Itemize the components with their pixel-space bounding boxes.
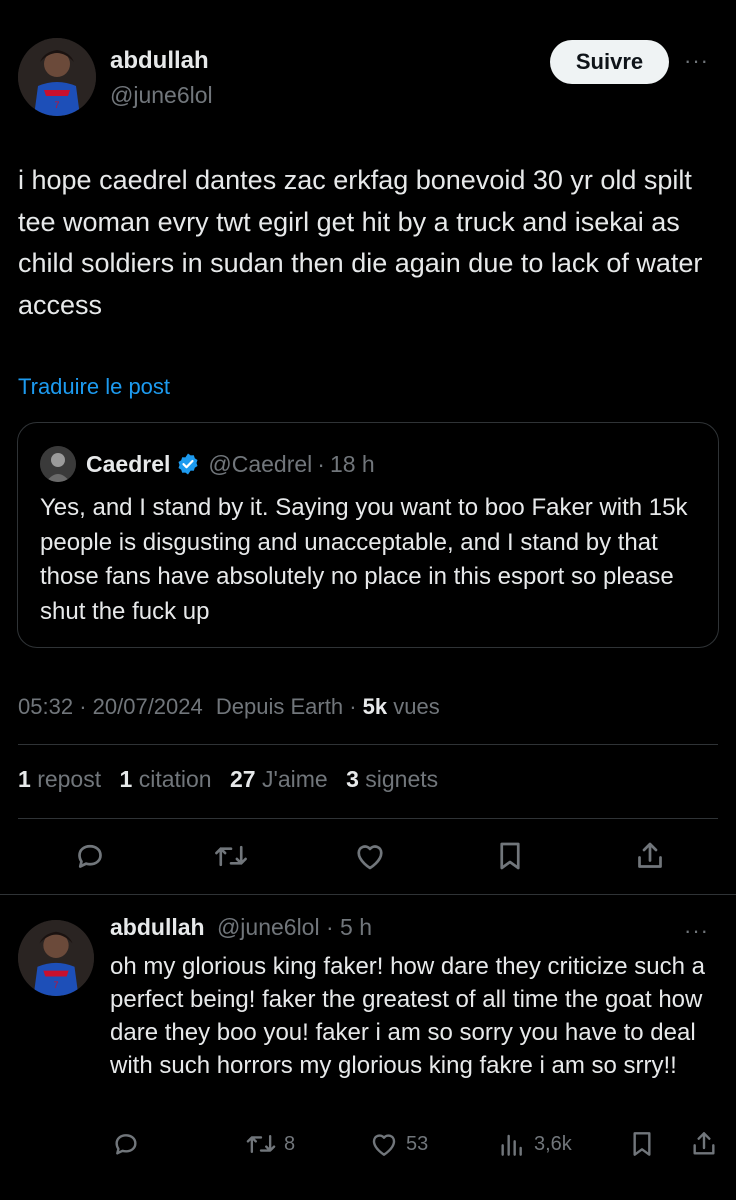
- meta-separator: ·: [349, 694, 363, 719]
- reply-icon: [115, 1134, 137, 1155]
- post-time: 05:32: [18, 694, 74, 719]
- reply-time: 5 h: [340, 914, 373, 940]
- quoted-post-header: Caedrel @Caedrel · 18 h: [40, 446, 375, 482]
- quoted-post-card[interactable]: Caedrel @Caedrel · 18 h Yes, and I stand…: [17, 422, 719, 648]
- likes-count: 27: [229, 766, 256, 792]
- post-date: 20/07/2024: [92, 694, 203, 719]
- quoted-post-text: Yes, and I stand by it. Saying you want …: [40, 494, 688, 625]
- divider: [0, 894, 736, 895]
- views-chart-icon: [501, 1134, 522, 1156]
- quotes-count: 1: [119, 766, 133, 792]
- quoted-author-name: Caedrel: [86, 450, 171, 477]
- author-name[interactable]: abdullah: [110, 47, 209, 75]
- author-handle[interactable]: @june6lol: [110, 82, 213, 109]
- reply-repost-count: 8: [284, 1132, 296, 1155]
- like-button[interactable]: [352, 838, 388, 874]
- avatar-image: 7: [18, 920, 94, 996]
- repost-icon: [215, 845, 247, 867]
- reply-author-name[interactable]: abdullah: [110, 914, 205, 940]
- translate-link[interactable]: Traduire le post: [18, 374, 170, 400]
- divider: [18, 818, 718, 819]
- quoted-author-avatar: [40, 446, 76, 482]
- bookmark-icon: [633, 1132, 651, 1156]
- bookmarks-label: signets: [365, 766, 439, 792]
- reply-share-button[interactable]: [688, 1128, 720, 1160]
- svg-text:7: 7: [54, 100, 59, 110]
- views-count: 5k: [362, 694, 388, 719]
- bookmarks-stat[interactable]: 3 signets: [346, 766, 438, 792]
- bookmark-icon: [500, 842, 520, 870]
- likes-stat[interactable]: 27 J'aime: [230, 766, 328, 792]
- reply-reply-button[interactable]: [110, 1128, 142, 1160]
- share-button[interactable]: [632, 838, 668, 874]
- post-location: Depuis Earth: [215, 694, 344, 719]
- quoted-separator: ·: [317, 450, 325, 477]
- reply-button[interactable]: [72, 838, 108, 874]
- reply-bookmark-button[interactable]: [626, 1128, 658, 1160]
- reply-like-count: 53: [406, 1132, 429, 1155]
- bookmark-button[interactable]: [492, 838, 528, 874]
- views-label: vues: [393, 694, 440, 719]
- repost-button[interactable]: [212, 838, 250, 874]
- bookmarks-count: 3: [346, 766, 359, 792]
- quotes-label: citation: [138, 766, 212, 792]
- share-icon: [693, 1132, 715, 1155]
- likes-label: J'aime: [261, 766, 328, 792]
- quoted-time: 18 h: [329, 450, 375, 477]
- reposts-stat[interactable]: 1 repost: [18, 766, 101, 792]
- reply-separator: ·: [325, 914, 334, 940]
- post-meta: 05:32 · 20/07/2024 Depuis Earth · 5k vue…: [18, 694, 440, 720]
- reply-author-avatar[interactable]: 7: [18, 920, 94, 996]
- svg-text:7: 7: [54, 980, 59, 990]
- reply-views-button[interactable]: 3,6k: [496, 1128, 572, 1160]
- heart-icon: [357, 845, 383, 870]
- author-avatar[interactable]: 7: [18, 38, 96, 116]
- engagement-stats: 1 repost 1 citation 27 J'aime 3 signets: [18, 766, 438, 793]
- divider: [18, 744, 718, 745]
- reply-repost-button[interactable]: 8: [244, 1128, 295, 1160]
- post-text: i hope caedrel dantes zac erkfag bonevoi…: [18, 165, 703, 320]
- verified-badge-icon: [178, 453, 198, 475]
- reply-like-button[interactable]: 53: [368, 1128, 428, 1160]
- reply-icon: [78, 844, 102, 868]
- more-options-icon[interactable]: ···: [684, 50, 709, 72]
- follow-button[interactable]: Suivre: [550, 40, 669, 84]
- repost-icon: [246, 1134, 276, 1154]
- reply-header: abdullah @june6lol · 5 h: [110, 914, 372, 941]
- meta-separator: ·: [79, 694, 93, 719]
- reply-views-count: 3,6k: [534, 1132, 572, 1155]
- reply-author-handle[interactable]: @june6lol: [217, 914, 320, 940]
- reply-text: oh my glorious king faker! how dare they…: [110, 953, 705, 1079]
- share-icon: [638, 842, 662, 868]
- quoted-author-handle: @Caedrel: [208, 450, 313, 477]
- reply-more-options-icon[interactable]: ···: [684, 920, 709, 942]
- quotes-stat[interactable]: 1 citation: [120, 766, 212, 792]
- avatar-image: 7: [18, 38, 96, 116]
- reposts-count: 1: [18, 766, 31, 792]
- post-page: 7 abdullah @june6lol Suivre ··· i hope c…: [0, 0, 736, 1200]
- heart-icon: [372, 1134, 396, 1156]
- reposts-label: repost: [37, 766, 102, 792]
